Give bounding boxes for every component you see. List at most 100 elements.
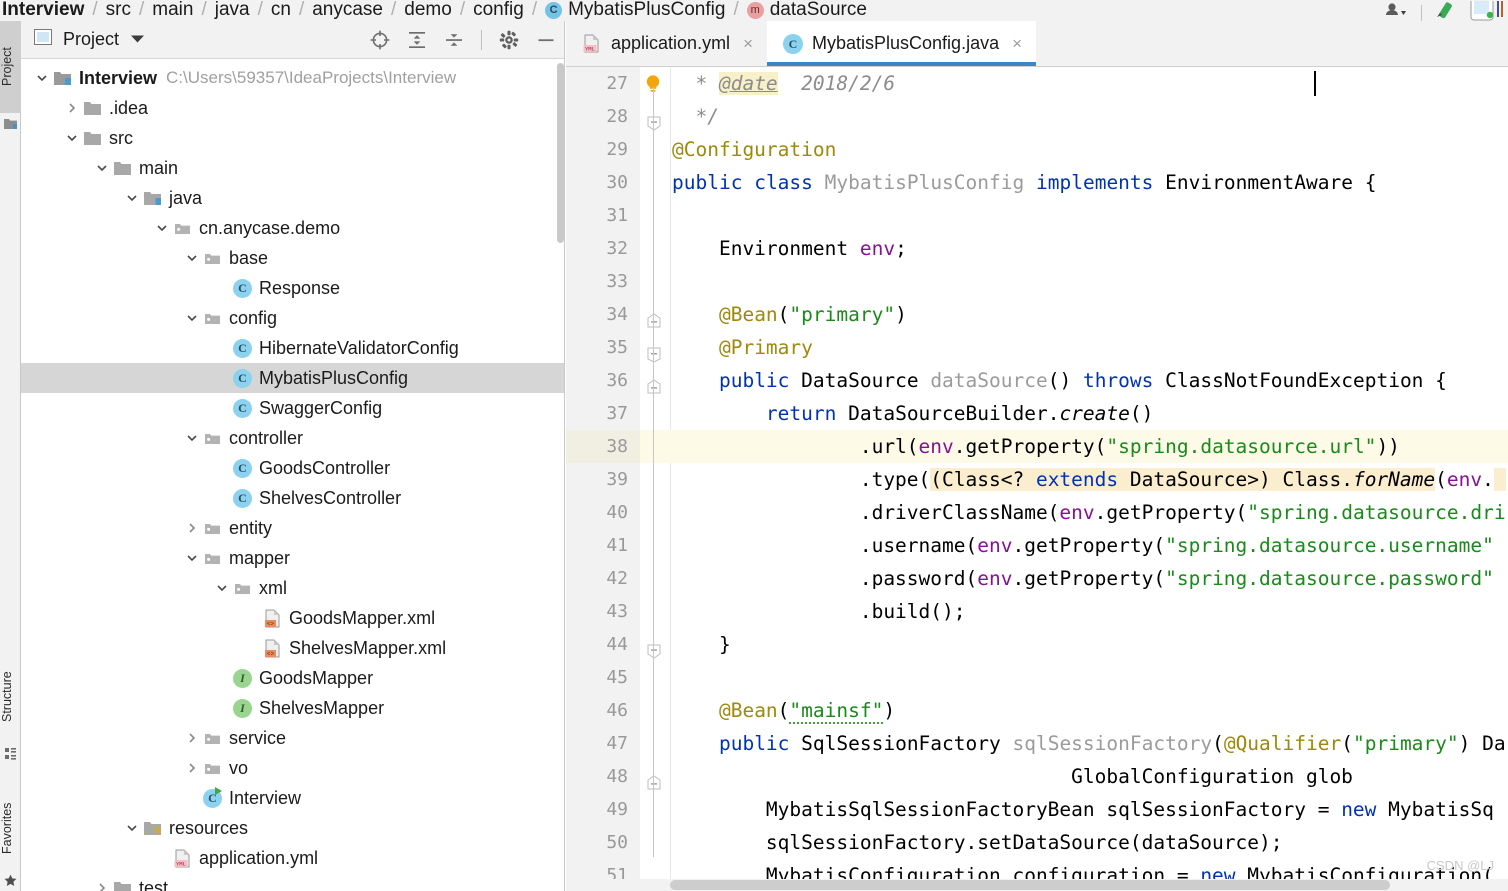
code-line[interactable]: 50 sqlSessionFactory.setDataSource(dataS… xyxy=(566,826,1508,859)
tree-item-service[interactable]: service xyxy=(21,723,564,753)
code-line[interactable]: 31 xyxy=(566,199,1508,232)
code-line[interactable]: 41 .username(env.getProperty("spring.dat… xyxy=(566,529,1508,562)
tree-item-goodsmapper[interactable]: I GoodsMapper xyxy=(21,663,564,693)
code-line[interactable]: 38 .url(env.getProperty("spring.datasour… xyxy=(566,430,1508,463)
search-icon[interactable] xyxy=(1432,1,1460,21)
chevron-right-icon[interactable] xyxy=(185,761,199,775)
code-line[interactable]: 48 GlobalConfiguration glob xyxy=(566,760,1508,793)
project-tree[interactable]: Interview C:\Users\59357\IdeaProjects\Int… xyxy=(21,59,564,891)
code-fold-marker[interactable] xyxy=(646,636,662,659)
tree-item-goodsmapper-xml[interactable]: <> GoodsMapper.xml xyxy=(21,603,564,633)
sidebar-item-favorites[interactable]: Favorites xyxy=(0,781,21,876)
breadcrumb-item[interactable]: java xyxy=(215,0,250,21)
chevron-down-icon[interactable] xyxy=(95,161,109,175)
tree-item-shelvescontroller[interactable]: C ShelvesController xyxy=(21,483,564,513)
code-line[interactable]: 40 .driverClassName(env.getProperty("spr… xyxy=(566,496,1508,529)
breadcrumb-item[interactable]: main xyxy=(152,0,193,21)
chevron-right-icon[interactable] xyxy=(65,101,79,115)
close-icon[interactable]: × xyxy=(743,34,753,54)
code-line[interactable]: 44 } xyxy=(566,628,1508,661)
tree-item-java[interactable]: java xyxy=(21,183,564,213)
code-line[interactable]: 34 @Bean("primary") xyxy=(566,298,1508,331)
tree-item-mapper[interactable]: mapper xyxy=(21,543,564,573)
chevron-down-icon[interactable] xyxy=(185,431,199,445)
tree-item-goodscontroller[interactable]: C GoodsController xyxy=(21,453,564,483)
breadcrumb-item[interactable]: src xyxy=(106,0,131,21)
tree-item-resources[interactable]: resources xyxy=(21,813,564,843)
tree-item-swaggerconfig[interactable]: C SwaggerConfig xyxy=(21,393,564,423)
horizontal-scrollbar[interactable] xyxy=(566,879,1508,891)
code-fold-marker[interactable] xyxy=(646,108,662,131)
gear-icon[interactable] xyxy=(499,30,519,50)
editor-tab-application-yml[interactable]: YML application.yml × xyxy=(566,21,767,66)
chevron-down-icon[interactable] xyxy=(131,34,145,46)
code-line[interactable]: 45 xyxy=(566,661,1508,694)
code-line[interactable]: 27 * @date 2018/2/6 xyxy=(566,67,1508,100)
code-fold-marker[interactable] xyxy=(646,306,662,328)
code-line[interactable]: 49 MybatisSqlSessionFactoryBean sqlSessi… xyxy=(566,793,1508,826)
code-line[interactable]: 37 return DataSourceBuilder.create() xyxy=(566,397,1508,430)
editor-tab-mybatisplusconfig-java[interactable]: C MybatisPlusConfig.java × xyxy=(767,21,1037,66)
code-line[interactable]: 46 @Bean("mainsf") xyxy=(566,694,1508,727)
sidebar-item-structure[interactable]: Structure xyxy=(0,651,21,743)
chevron-down-icon[interactable] xyxy=(185,251,199,265)
tree-item-entity[interactable]: entity xyxy=(21,513,564,543)
breadcrumb-item[interactable]: config xyxy=(473,0,524,21)
breadcrumb-item[interactable]: MybatisPlusConfig xyxy=(545,0,725,21)
code-line[interactable]: 42 .password(env.getProperty("spring.dat… xyxy=(566,562,1508,595)
locate-target-icon[interactable] xyxy=(370,30,390,50)
chevron-down-icon[interactable] xyxy=(65,131,79,145)
tree-item--idea[interactable]: .idea xyxy=(21,93,564,123)
code-line[interactable]: 47 public SqlSessionFactory sqlSessionFa… xyxy=(566,727,1508,760)
tree-item-shelvesmapper-xml[interactable]: <> ShelvesMapper.xml xyxy=(21,633,564,663)
breadcrumb-item[interactable]: anycase xyxy=(312,0,383,21)
project-tree-scrollbar[interactable] xyxy=(557,63,564,243)
tree-item-application-yml[interactable]: YML application.yml xyxy=(21,843,564,873)
horizontal-scrollbar-thumb[interactable] xyxy=(670,880,1390,890)
code-line[interactable]: 33 xyxy=(566,265,1508,298)
tree-item-config[interactable]: config xyxy=(21,303,564,333)
tree-item-shelvesmapper[interactable]: I ShelvesMapper xyxy=(21,693,564,723)
chevron-down-icon[interactable] xyxy=(185,551,199,565)
code-fold-marker[interactable] xyxy=(646,372,662,394)
code-fold-marker[interactable] xyxy=(646,339,662,363)
code-line[interactable]: 35 @Primary xyxy=(566,331,1508,364)
chevron-down-icon[interactable] xyxy=(125,821,139,835)
chevron-down-icon[interactable] xyxy=(125,191,139,205)
sidebar-item-project[interactable]: Project xyxy=(0,21,21,113)
code-editor[interactable]: 27 * @date 2018/2/6 28 */29 @Configuration… xyxy=(566,67,1508,891)
tree-item-test[interactable]: test xyxy=(21,873,564,891)
chevron-down-icon[interactable] xyxy=(185,311,199,325)
chevron-down-icon[interactable] xyxy=(215,581,229,595)
code-line[interactable]: 36 public DataSource dataSource() throws… xyxy=(566,364,1508,397)
code-line[interactable]: 43 .build(); xyxy=(566,595,1508,628)
code-line[interactable]: 30 public class MybatisPlusConfig impleme… xyxy=(566,166,1508,199)
user-dropdown-icon[interactable] xyxy=(1383,1,1411,21)
tree-item-hibernatevalidatorconfig[interactable]: C HibernateValidatorConfig xyxy=(21,333,564,363)
tree-item-xml[interactable]: xml xyxy=(21,573,564,603)
tree-item-response[interactable]: C Response xyxy=(21,273,564,303)
code-fold-marker[interactable] xyxy=(646,768,662,790)
minimize-icon[interactable] xyxy=(536,30,556,50)
expand-all-icon[interactable] xyxy=(407,30,427,50)
tree-item-interview[interactable]: C Interview xyxy=(21,783,564,813)
chevron-right-icon[interactable] xyxy=(185,521,199,535)
tree-item-base[interactable]: base xyxy=(21,243,564,273)
chevron-right-icon[interactable] xyxy=(185,731,199,745)
collapse-all-icon[interactable] xyxy=(444,30,464,50)
tree-item-cn-anycase-demo[interactable]: cn.anycase.demo xyxy=(21,213,564,243)
code-line[interactable]: 39 .type((Class<? extends DataSource>) C… xyxy=(566,463,1508,496)
chevron-down-icon[interactable] xyxy=(155,221,169,235)
tree-item-src[interactable]: src xyxy=(21,123,564,153)
tree-item-main[interactable]: main xyxy=(21,153,564,183)
code-line[interactable]: 32 Environment env; xyxy=(566,232,1508,265)
breadcrumb-item[interactable]: dataSource xyxy=(746,0,867,21)
code-line[interactable]: 29 @Configuration xyxy=(566,133,1508,166)
tree-item-interview[interactable]: Interview C:\Users\59357\IdeaProjects\Int… xyxy=(21,63,564,93)
close-icon[interactable]: × xyxy=(1012,34,1022,54)
chevron-right-icon[interactable] xyxy=(95,881,109,891)
preview-icon[interactable] xyxy=(1470,0,1504,21)
tree-item-vo[interactable]: vo xyxy=(21,753,564,783)
tree-item-controller[interactable]: controller xyxy=(21,423,564,453)
code-line[interactable]: 28 */ xyxy=(566,100,1508,133)
